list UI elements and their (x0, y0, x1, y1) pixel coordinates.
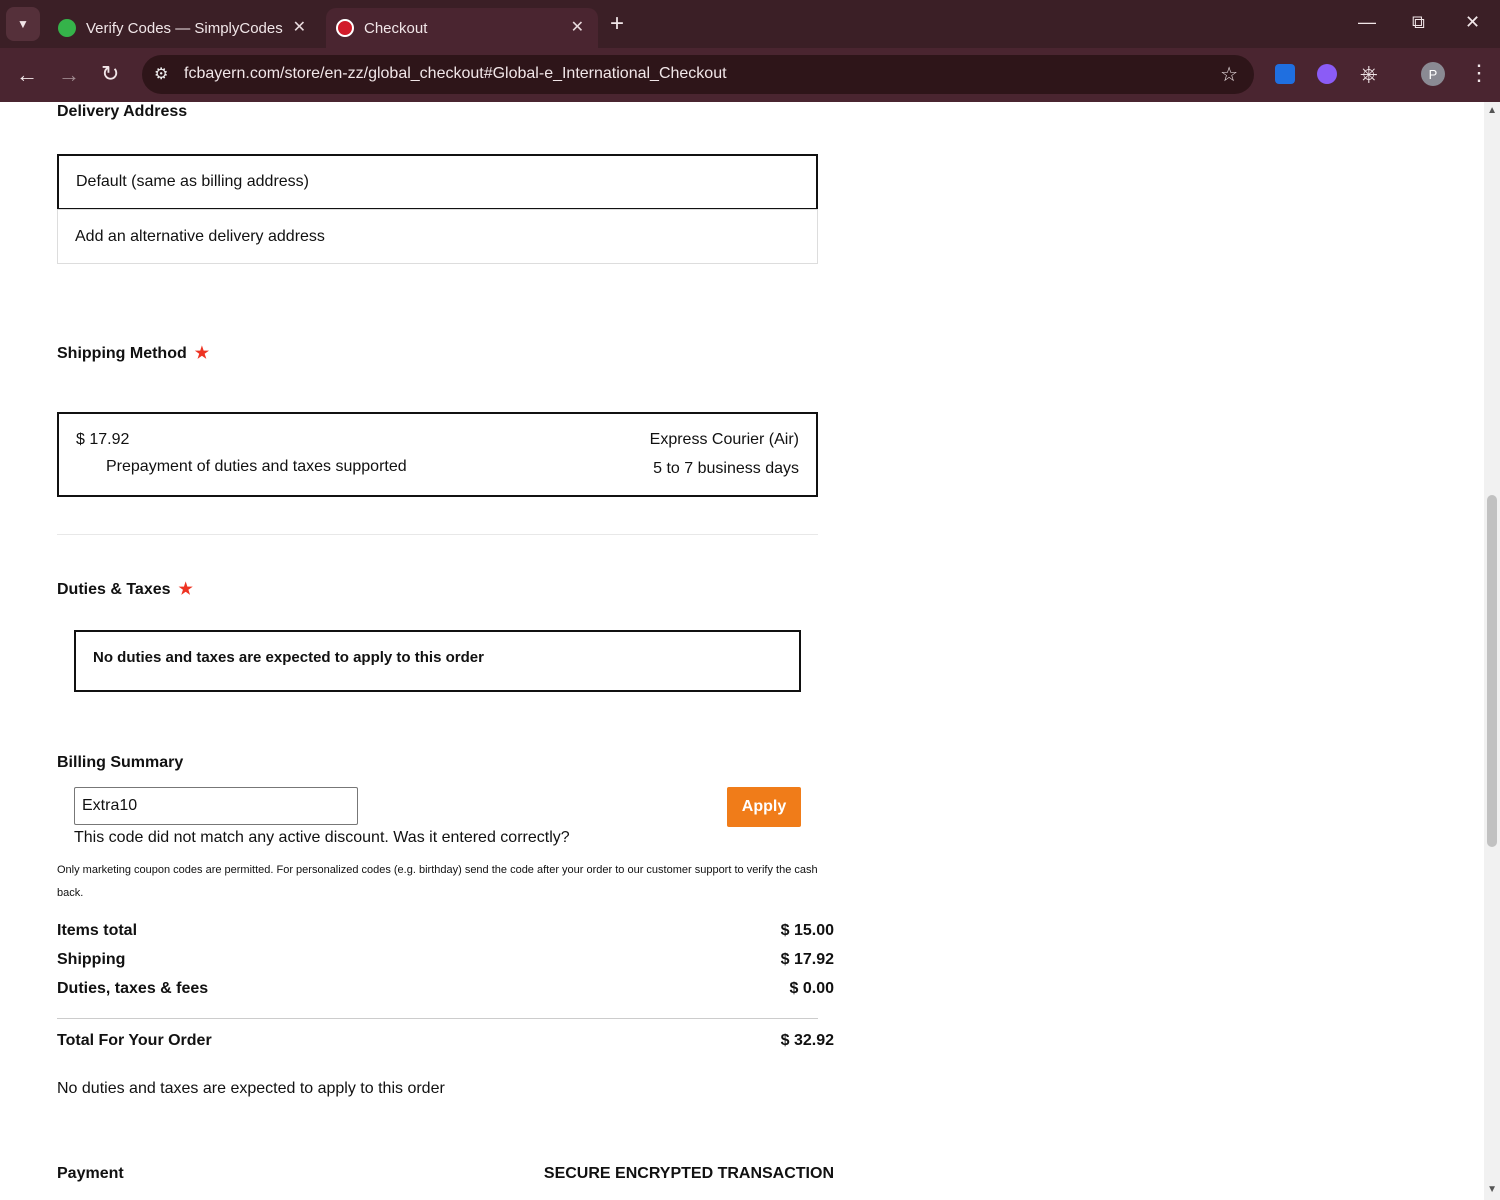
section-divider (57, 534, 818, 535)
delivery-option-default[interactable]: Default (same as billing address) (57, 154, 818, 210)
tab-simplycodes[interactable]: Verify Codes — SimplyCodes ✕ (48, 8, 320, 48)
shipping-method-heading: Shipping Method ★ (57, 343, 209, 363)
required-star-icon: ★ (194, 345, 210, 362)
url-text: fcbayern.com/store/en-zz/global_checkout… (184, 65, 727, 82)
site-info-icon[interactable]: ⚙ (154, 64, 168, 84)
address-bar[interactable]: ⚙ fcbayern.com/store/en-zz/global_checko… (142, 55, 1254, 94)
duties-fees-value: $ 0.00 (789, 980, 834, 997)
fcbayern-favicon-icon (336, 19, 354, 37)
order-total-value: $ 32.92 (780, 1032, 834, 1049)
order-total-label: Total For Your Order (57, 1032, 212, 1049)
total-divider (57, 1018, 818, 1019)
scroll-up-arrow-icon[interactable]: ▲ (1487, 105, 1497, 116)
shipping-price: $ 17.92 (76, 431, 130, 448)
duties-footer-note: No duties and taxes are expected to appl… (57, 1080, 445, 1097)
tab-checkout[interactable]: Checkout ✕ (326, 8, 598, 48)
duties-taxes-heading: Duties & Taxes ★ (57, 579, 193, 599)
shipping-eta: 5 to 7 business days (653, 460, 799, 477)
shipping-option-express[interactable]: $ 17.92 Prepayment of duties and taxes s… (57, 412, 818, 497)
tab-title: Checkout (364, 19, 428, 37)
duties-fees-label: Duties, taxes & fees (57, 980, 209, 997)
new-tab-icon[interactable]: + (610, 10, 624, 38)
tab-search-button[interactable]: ▼ (6, 7, 40, 41)
apply-coupon-button[interactable]: Apply (727, 787, 801, 827)
coupon-error-message: This code did not match any active disco… (74, 829, 570, 846)
forward-icon[interactable]: → (58, 62, 80, 88)
reload-icon[interactable]: ↻ (101, 61, 119, 87)
close-window-icon[interactable]: ✕ (1465, 12, 1480, 33)
items-total-value: $ 15.00 (780, 922, 834, 939)
coupon-code-input[interactable] (74, 787, 358, 825)
items-total-label: Items total (57, 922, 138, 939)
scrollbar-thumb[interactable] (1487, 495, 1497, 847)
tab-title: Verify Codes — SimplyCodes (86, 19, 283, 37)
payment-heading: Payment (57, 1165, 124, 1182)
menu-kebab-icon[interactable]: ⋮ (1468, 60, 1490, 86)
tab-bar: ▼ Verify Codes — SimplyCodes ✕ Checkout … (0, 0, 1500, 48)
heading-text: Duties & Taxes (57, 581, 171, 598)
delivery-option-label: Add an alternative delivery address (75, 228, 325, 245)
extensions-puzzle-icon[interactable]: ⎈ (1360, 61, 1378, 87)
required-star-icon: ★ (178, 581, 193, 598)
bitwarden-extension-icon[interactable] (1275, 64, 1295, 84)
simplycodes-extension-icon[interactable] (1317, 64, 1337, 84)
shipping-carrier: Express Courier (Air) (649, 431, 799, 448)
delivery-option-label: Default (same as billing address) (76, 173, 309, 190)
restore-icon[interactable]: ⧉ (1412, 12, 1425, 33)
shipping-value: $ 17.92 (780, 951, 834, 968)
delivery-option-alternative[interactable]: Add an alternative delivery address (57, 209, 818, 264)
browser-toolbar: ← → ↻ ⚙ fcbayern.com/store/en-zz/global_… (0, 48, 1500, 102)
scroll-down-arrow-icon[interactable]: ▼ (1487, 1184, 1497, 1195)
duties-option[interactable]: No duties and taxes are expected to appl… (74, 630, 801, 692)
shipping-note: Prepayment of duties and taxes supported (106, 458, 407, 475)
shipping-label: Shipping (57, 951, 126, 968)
bookmark-star-icon[interactable]: ☆ (1220, 62, 1238, 87)
duties-message: No duties and taxes are expected to appl… (93, 649, 484, 666)
billing-summary-heading: Billing Summary (57, 754, 184, 771)
delivery-address-heading: Delivery Address (57, 103, 188, 120)
simplycodes-favicon-icon (58, 19, 76, 37)
profile-avatar[interactable]: P (1421, 62, 1445, 86)
chevron-down-icon: ▼ (17, 17, 29, 31)
close-tab-icon[interactable]: ✕ (571, 17, 584, 37)
minimize-icon[interactable]: — (1358, 12, 1376, 33)
secure-transaction-label: SECURE ENCRYPTED TRANSACTION (543, 1165, 834, 1182)
heading-text: Shipping Method (57, 345, 187, 362)
close-tab-icon[interactable]: ✕ (293, 17, 306, 37)
back-icon[interactable]: ← (16, 62, 38, 88)
coupon-note: Only marketing coupon codes are permitte… (57, 864, 818, 899)
